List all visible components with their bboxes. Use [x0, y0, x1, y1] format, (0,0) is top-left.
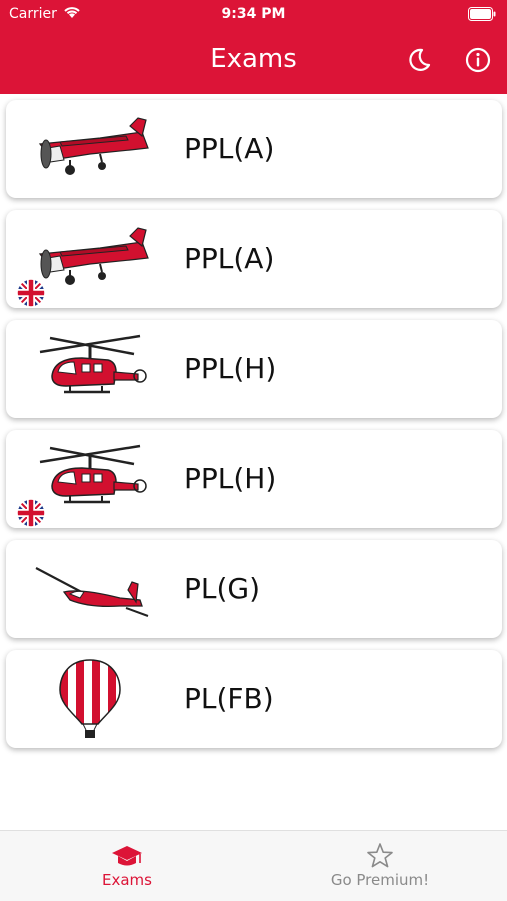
app-header: Carrier 9:34 PM Exams: [0, 0, 507, 94]
tab-exams-label: Exams: [102, 871, 152, 889]
exam-label: PL(FB): [184, 682, 274, 715]
exam-card-pl-fb[interactable]: PL(FB): [6, 650, 502, 748]
graduation-cap-icon: [112, 846, 142, 866]
star-icon: [367, 843, 393, 868]
tab-bar: Exams Go Premium!: [0, 830, 507, 901]
exam-card-ppl-h-en[interactable]: PPL(H): [6, 430, 502, 528]
exam-card-ppl-a[interactable]: PPL(A): [6, 100, 502, 198]
exam-label: PL(G): [184, 572, 261, 605]
moon-icon[interactable]: [405, 46, 433, 74]
info-icon[interactable]: [464, 46, 492, 74]
airplane-icon: [38, 117, 149, 175]
uk-flag-icon: [16, 498, 46, 528]
tab-go-premium[interactable]: Go Premium!: [300, 831, 460, 901]
tab-exams[interactable]: Exams: [47, 831, 207, 901]
status-time: 9:34 PM: [221, 6, 286, 22]
exam-label: PPL(A): [184, 132, 275, 165]
battery-icon: [468, 7, 496, 21]
exam-card-pl-g[interactable]: PL(G): [6, 540, 502, 638]
uk-flag-icon: [16, 278, 46, 308]
glider-icon: [35, 567, 149, 617]
helicopter-icon: [39, 334, 147, 394]
exam-label: PPL(A): [184, 242, 275, 275]
exam-label: PPL(H): [184, 462, 277, 495]
helicopter-icon: [39, 444, 147, 504]
airplane-icon: [38, 227, 149, 285]
status-bar: Carrier 9:34 PM: [0, 0, 507, 28]
exam-label: PPL(H): [184, 352, 277, 385]
balloon-icon: [59, 659, 121, 738]
exam-card-ppl-a-en[interactable]: PPL(A): [6, 210, 502, 308]
tab-premium-label: Go Premium!: [330, 871, 430, 889]
exam-card-ppl-h[interactable]: PPL(H): [6, 320, 502, 418]
